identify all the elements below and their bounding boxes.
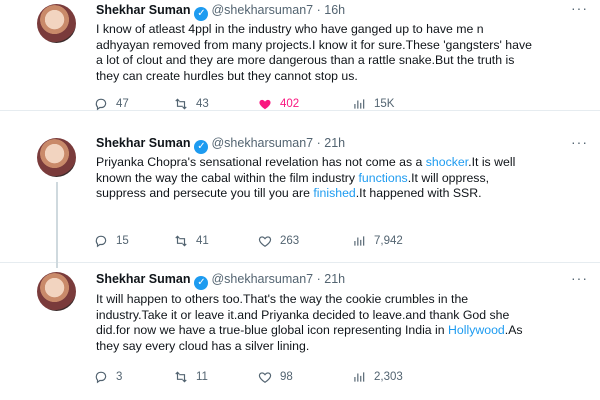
tweet-text-segment: .It happened with SSR. xyxy=(355,186,482,200)
tweet-link[interactable]: functions xyxy=(358,171,407,185)
tweet-actions: 3 11 98 2,303 xyxy=(90,370,490,388)
more-options-icon[interactable]: ··· xyxy=(571,134,588,150)
like-count: 98 xyxy=(280,371,293,383)
author-name[interactable]: Shekhar Suman xyxy=(96,272,190,286)
verified-badge-icon: ✓ xyxy=(194,7,209,21)
like-icon xyxy=(258,236,272,247)
views-count: 7,942 xyxy=(374,235,403,247)
reply-count: 47 xyxy=(116,98,129,110)
views-button[interactable]: 2,303 xyxy=(352,370,403,384)
retweet-icon xyxy=(175,371,187,383)
reply-count: 3 xyxy=(116,371,123,383)
tweet-header: Shekhar Suman ✓ @shekharsuman7 · 16h xyxy=(96,3,345,21)
views-button[interactable]: 15K xyxy=(352,97,394,111)
tweet-actions: 15 41 263 7,942 xyxy=(90,234,490,252)
avatar[interactable] xyxy=(37,4,76,43)
tweet-text: It will happen to others too.That's the … xyxy=(96,292,536,354)
retweet-icon xyxy=(175,98,187,110)
reply-icon xyxy=(95,371,107,384)
views-icon xyxy=(354,99,365,109)
retweet-button[interactable]: 11 xyxy=(174,370,208,384)
author-name[interactable]: Shekhar Suman xyxy=(96,3,190,17)
separator-dot: · xyxy=(316,3,321,17)
retweet-icon xyxy=(175,235,187,247)
views-icon xyxy=(354,236,365,246)
views-count: 2,303 xyxy=(374,371,403,383)
more-options-icon[interactable]: ··· xyxy=(571,270,588,286)
tweet-text-segment: Priyanka Chopra's sensational revelation… xyxy=(96,155,426,169)
tweet-text-segment: I know of atleast 4ppl in the industry w… xyxy=(96,22,532,83)
tweet-2[interactable]: Shekhar Suman ✓ @shekharsuman7 · 21h ··· P… xyxy=(0,110,600,263)
like-count: 402 xyxy=(280,98,300,110)
tweet-header: Shekhar Suman ✓ @shekharsuman7 · 21h xyxy=(96,136,345,154)
verified-badge-icon: ✓ xyxy=(194,276,209,290)
author-handle[interactable]: @shekharsuman7 xyxy=(211,272,313,286)
tweet-text: Priyanka Chopra's sensational revelation… xyxy=(96,155,536,202)
tweet-text: I know of atleast 4ppl in the industry w… xyxy=(96,22,536,84)
reply-count: 15 xyxy=(116,235,129,247)
tweet-link[interactable]: Hollywood xyxy=(448,323,505,337)
like-icon xyxy=(258,372,272,383)
separator-dot: · xyxy=(316,136,321,150)
separator-dot: · xyxy=(316,272,321,286)
reply-icon xyxy=(95,98,107,111)
verified-badge-icon: ✓ xyxy=(194,140,209,154)
retweet-count: 11 xyxy=(196,371,208,383)
author-handle[interactable]: @shekharsuman7 xyxy=(211,3,313,17)
author-handle[interactable]: @shekharsuman7 xyxy=(211,136,313,150)
tweet-header: Shekhar Suman ✓ @shekharsuman7 · 21h xyxy=(96,272,345,290)
tweet-link[interactable]: finished xyxy=(313,186,355,200)
reply-button[interactable]: 47 xyxy=(94,97,129,111)
avatar[interactable] xyxy=(37,272,76,311)
reply-button[interactable]: 15 xyxy=(94,234,129,248)
more-options-icon[interactable]: ··· xyxy=(571,0,588,16)
tweet-3[interactable]: Shekhar Suman ✓ @shekharsuman7 · 21h ··· I… xyxy=(0,262,600,400)
tweet-1[interactable]: Shekhar Suman ✓ @shekharsuman7 · 16h ··· I… xyxy=(0,0,600,111)
retweet-button[interactable]: 41 xyxy=(174,234,209,248)
timestamp[interactable]: 21h xyxy=(324,272,345,286)
reply-button[interactable]: 3 xyxy=(94,370,122,384)
reply-icon xyxy=(95,235,107,248)
retweet-button[interactable]: 43 xyxy=(174,97,209,111)
avatar[interactable] xyxy=(37,138,76,177)
like-count: 263 xyxy=(280,235,300,247)
views-count: 15K xyxy=(374,98,395,110)
views-icon xyxy=(354,372,365,382)
timestamp[interactable]: 16h xyxy=(324,3,345,17)
like-button[interactable]: 402 xyxy=(258,97,299,111)
like-icon xyxy=(259,99,271,110)
timestamp[interactable]: 21h xyxy=(324,136,345,150)
author-name[interactable]: Shekhar Suman xyxy=(96,136,190,150)
tweet-link[interactable]: shocker xyxy=(426,155,468,169)
retweet-count: 43 xyxy=(196,98,209,110)
like-button[interactable]: 263 xyxy=(258,234,299,248)
views-button[interactable]: 7,942 xyxy=(352,234,403,248)
retweet-count: 41 xyxy=(196,235,209,247)
thread-line xyxy=(56,182,58,268)
like-button[interactable]: 98 xyxy=(258,370,293,384)
